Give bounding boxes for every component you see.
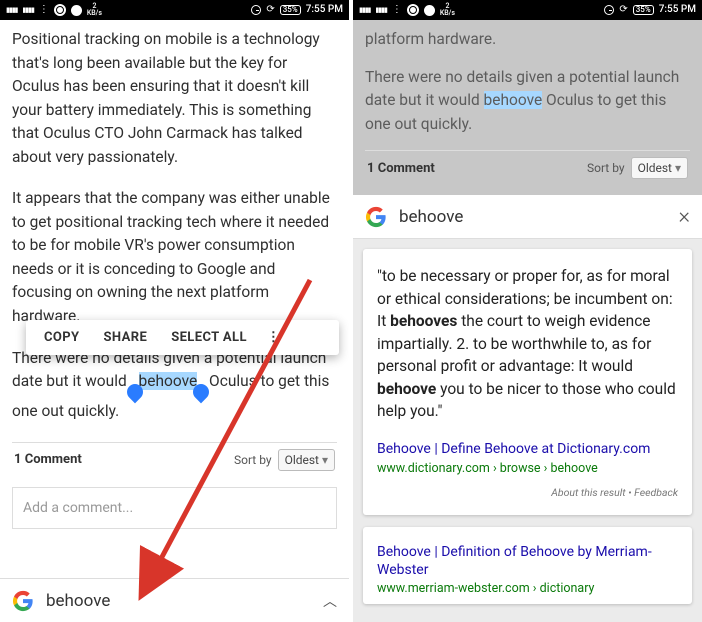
battery-icon: 35%: [280, 5, 301, 15]
select-all-button[interactable]: SELECT ALL: [159, 330, 259, 345]
alarm-icon: [251, 5, 261, 15]
comments-bar: 1 Comment Sort by Oldest: [12, 442, 337, 477]
result-url: www.dictionary.com › browse › behoove: [377, 461, 678, 476]
define-query: behoove: [399, 207, 666, 227]
comments-count[interactable]: 1 Comment: [367, 161, 435, 176]
net-speed: 2KB/s: [87, 3, 102, 17]
more-icon: ⋮: [39, 5, 49, 15]
clock-time: 7:55 PM: [659, 5, 696, 15]
article-body: Positional tracking on mobile is a techn…: [0, 20, 349, 578]
sort-dropdown[interactable]: Oldest: [631, 157, 688, 179]
signal-icon-2: [22, 5, 33, 15]
sort-dropdown[interactable]: Oldest: [278, 449, 335, 471]
paragraph-selected: There were no details given a potential …: [365, 66, 690, 137]
copy-button[interactable]: COPY: [32, 330, 92, 345]
article-body-dimmed: platform hardware. There were no details…: [353, 20, 702, 195]
left-screenshot: ⋮ 2KB/s ⟳ 35% 7:55 PM Positional trackin…: [0, 0, 351, 622]
whatsapp-icon: [54, 4, 66, 16]
comments-count[interactable]: 1 Comment: [14, 452, 82, 467]
close-icon[interactable]: ×: [678, 204, 690, 229]
chat-icon: [424, 5, 435, 16]
selected-text: behoove: [484, 91, 543, 109]
sync-icon: ⟳: [619, 5, 627, 15]
signal-icon-2: [375, 5, 386, 15]
google-icon: [12, 590, 34, 612]
google-icon: [365, 206, 387, 228]
net-speed: 2KB/s: [440, 3, 455, 17]
status-bar: ⋮ 2KB/s ⟳ 35% 7:55 PM: [353, 0, 702, 20]
paragraph-selected[interactable]: There were no details given a potential …: [12, 347, 337, 424]
google-define-bar-expanded[interactable]: behoove ×: [353, 195, 702, 239]
whatsapp-icon: [407, 4, 419, 16]
result-meta[interactable]: About this result • Feedback: [377, 486, 678, 499]
battery-icon: 35%: [633, 5, 654, 15]
signal-icon: [6, 5, 17, 15]
result-card[interactable]: "to be necessary or proper for, as for m…: [363, 249, 692, 514]
paragraph: platform hardware.: [365, 28, 690, 52]
sync-icon: ⟳: [266, 5, 274, 15]
add-comment-input[interactable]: Add a comment...: [12, 487, 337, 529]
sort-label: Sort by: [234, 453, 272, 467]
chat-icon: [71, 5, 82, 16]
search-results[interactable]: "to be necessary or proper for, as for m…: [353, 239, 702, 622]
google-define-bar[interactable]: behoove ︿: [0, 578, 349, 622]
result-url: www.merriam-webster.com › dictionary: [377, 581, 678, 596]
clock-time: 7:55 PM: [306, 5, 343, 15]
more-options-button[interactable]: ⋮: [259, 330, 287, 345]
chevron-up-icon[interactable]: ︿: [323, 591, 337, 611]
status-bar: ⋮ 2KB/s ⟳ 35% 7:55 PM: [0, 0, 349, 20]
sort-label: Sort by: [587, 161, 625, 175]
signal-icon: [359, 5, 370, 15]
result-title[interactable]: Behoove | Define Behoove at Dictionary.c…: [377, 440, 678, 458]
more-icon: ⋮: [392, 5, 402, 15]
result-title[interactable]: Behoove | Definition of Behoove by Merri…: [377, 543, 678, 579]
paragraph: It appears that the company was either u…: [12, 187, 337, 328]
comments-bar: 1 Comment Sort by Oldest: [365, 150, 690, 185]
share-button[interactable]: SHARE: [92, 330, 160, 345]
definition-snippet: "to be necessary or proper for, as for m…: [377, 265, 678, 422]
right-screenshot: ⋮ 2KB/s ⟳ 35% 7:55 PM platform hardware.…: [351, 0, 702, 622]
selected-text[interactable]: behoove: [139, 372, 198, 390]
paragraph: Positional tracking on mobile is a techn…: [12, 28, 337, 169]
result-card[interactable]: Behoove | Definition of Behoove by Merri…: [363, 527, 692, 604]
alarm-icon: [604, 5, 614, 15]
define-query: behoove: [46, 591, 311, 611]
text-selection-menu: COPY SHARE SELECT ALL ⋮: [26, 320, 339, 355]
